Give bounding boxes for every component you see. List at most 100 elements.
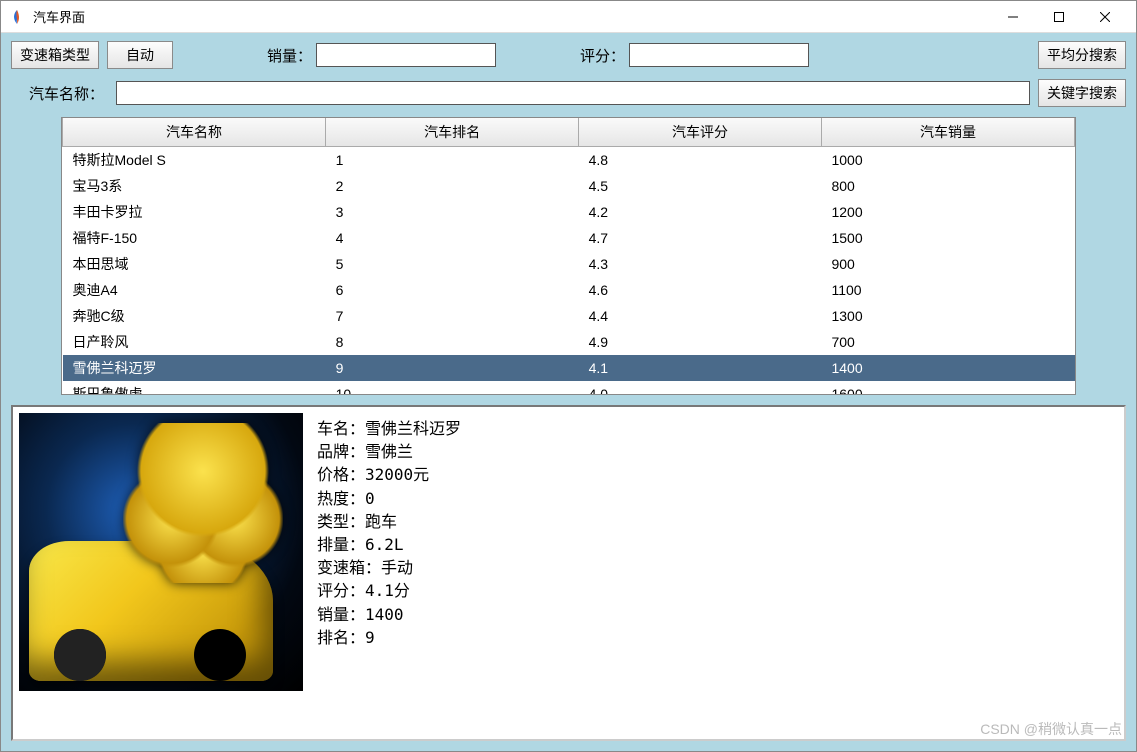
table-row[interactable]: 福特F-15044.71500: [63, 225, 1075, 251]
table-row[interactable]: 奥迪A464.61100: [63, 277, 1075, 303]
table-body: 特斯拉Model S14.81000宝马3系24.5800丰田卡罗拉34.212…: [63, 147, 1075, 396]
detail-rank-value: 9: [365, 628, 375, 647]
robot-figure: [123, 423, 283, 583]
cell-rank: 8: [326, 329, 579, 355]
cell-rank: 2: [326, 173, 579, 199]
table-row[interactable]: 特斯拉Model S14.81000: [63, 147, 1075, 174]
detail-heat-label: 热度：: [317, 487, 365, 510]
filter-row: 变速箱类型 自动 销量： 评分： 平均分搜索: [11, 41, 1126, 69]
cell-sales: 1500: [821, 225, 1074, 251]
rating-label: 评分：: [576, 45, 629, 66]
cell-rank: 6: [326, 277, 579, 303]
cell-sales: 1400: [821, 355, 1074, 381]
car-image: [19, 413, 303, 691]
cell-name: 斯巴鲁傲虎: [63, 381, 326, 395]
detail-type-value: 跑车: [365, 512, 397, 531]
table-row[interactable]: 本田思域54.3900: [63, 251, 1075, 277]
table-row[interactable]: 丰田卡罗拉34.21200: [63, 199, 1075, 225]
detail-trans-value: 手动: [381, 558, 413, 577]
detail-trans-label: 变速箱：: [317, 556, 381, 579]
app-icon: [9, 9, 25, 25]
cell-sales: 700: [821, 329, 1074, 355]
cell-sales: 800: [821, 173, 1074, 199]
transmission-value-button[interactable]: 自动: [107, 41, 173, 69]
cell-rating: 4.3: [579, 251, 822, 277]
cell-sales: 1300: [821, 303, 1074, 329]
detail-name-label: 车名：: [317, 417, 365, 440]
detail-rank-label: 排名：: [317, 626, 365, 649]
detail-disp-value: 6.2L: [365, 535, 404, 554]
table-row[interactable]: 日产聆风84.9700: [63, 329, 1075, 355]
content-area: 变速箱类型 自动 销量： 评分： 平均分搜索 汽车名称： 关键字搜索 汽车名称: [1, 33, 1136, 751]
table-header-row: 汽车名称 汽车排名 汽车评分 汽车销量: [63, 118, 1075, 147]
cell-rating: 4.4: [579, 303, 822, 329]
cell-name: 日产聆风: [63, 329, 326, 355]
detail-rating-label: 评分：: [317, 579, 365, 602]
app-window: 汽车界面 变速箱类型 自动 销量： 评分： 平均分搜索 汽车名称： 关键字搜索: [0, 0, 1137, 752]
table-row[interactable]: 雪佛兰科迈罗94.11400: [63, 355, 1075, 381]
cell-sales: 1100: [821, 277, 1074, 303]
cell-rank: 5: [326, 251, 579, 277]
cell-name: 丰田卡罗拉: [63, 199, 326, 225]
cell-sales: 1000: [821, 147, 1074, 174]
cell-name: 福特F-150: [63, 225, 326, 251]
cell-name: 雪佛兰科迈罗: [63, 355, 326, 381]
car-detail-text: 车名：雪佛兰科迈罗 品牌：雪佛兰 价格：32000元 热度：0 类型：跑车 排量…: [317, 413, 1118, 733]
titlebar: 汽车界面: [1, 1, 1136, 33]
cell-name: 本田思域: [63, 251, 326, 277]
detail-price-label: 价格：: [317, 463, 365, 486]
maximize-button[interactable]: [1036, 2, 1082, 32]
sales-label: 销量：: [263, 45, 316, 66]
cell-name: 特斯拉Model S: [63, 147, 326, 174]
detail-name-value: 雪佛兰科迈罗: [365, 419, 461, 438]
col-name[interactable]: 汽车名称: [63, 118, 326, 147]
cell-rank: 7: [326, 303, 579, 329]
detail-heat-value: 0: [365, 489, 375, 508]
cell-rating: 4.1: [579, 355, 822, 381]
col-rank[interactable]: 汽车排名: [326, 118, 579, 147]
detail-price-value: 32000元: [365, 465, 429, 484]
cell-rank: 9: [326, 355, 579, 381]
cell-name: 奔驰C级: [63, 303, 326, 329]
carname-input[interactable]: [116, 81, 1030, 105]
detail-brand-label: 品牌：: [317, 440, 365, 463]
cell-name: 宝马3系: [63, 173, 326, 199]
cell-rating: 4.7: [579, 225, 822, 251]
transmission-type-button[interactable]: 变速箱类型: [11, 41, 99, 69]
cell-rating: 4.8: [579, 147, 822, 174]
table-row[interactable]: 宝马3系24.5800: [63, 173, 1075, 199]
cell-rank: 3: [326, 199, 579, 225]
table-row[interactable]: 斯巴鲁傲虎104.01600: [63, 381, 1075, 395]
cell-sales: 1200: [821, 199, 1074, 225]
col-rating[interactable]: 汽车评分: [579, 118, 822, 147]
detail-rating-value: 4.1分: [365, 581, 410, 600]
cell-rating: 4.6: [579, 277, 822, 303]
detail-disp-label: 排量：: [317, 533, 365, 556]
search-row: 汽车名称： 关键字搜索: [11, 79, 1126, 107]
cell-name: 奥迪A4: [63, 277, 326, 303]
cell-rating: 4.9: [579, 329, 822, 355]
cell-rating: 4.5: [579, 173, 822, 199]
avg-score-search-button[interactable]: 平均分搜索: [1038, 41, 1126, 69]
cell-sales: 1600: [821, 381, 1074, 395]
window-title: 汽车界面: [33, 7, 990, 26]
detail-brand-value: 雪佛兰: [365, 442, 413, 461]
cell-rating: 4.0: [579, 381, 822, 395]
cell-rank: 4: [326, 225, 579, 251]
keyword-search-button[interactable]: 关键字搜索: [1038, 79, 1126, 107]
rating-input[interactable]: [629, 43, 809, 67]
cell-sales: 900: [821, 251, 1074, 277]
sales-input[interactable]: [316, 43, 496, 67]
minimize-button[interactable]: [990, 2, 1036, 32]
cell-rank: 10: [326, 381, 579, 395]
car-table-container: 汽车名称 汽车排名 汽车评分 汽车销量 特斯拉Model S14.81000宝马…: [61, 117, 1076, 395]
close-button[interactable]: [1082, 2, 1128, 32]
col-sales[interactable]: 汽车销量: [821, 118, 1074, 147]
detail-sales-label: 销量：: [317, 603, 365, 626]
detail-type-label: 类型：: [317, 510, 365, 533]
cell-rating: 4.2: [579, 199, 822, 225]
cell-rank: 1: [326, 147, 579, 174]
carname-label: 汽车名称：: [25, 83, 108, 104]
table-row[interactable]: 奔驰C级74.41300: [63, 303, 1075, 329]
detail-pane: 车名：雪佛兰科迈罗 品牌：雪佛兰 价格：32000元 热度：0 类型：跑车 排量…: [11, 405, 1126, 741]
